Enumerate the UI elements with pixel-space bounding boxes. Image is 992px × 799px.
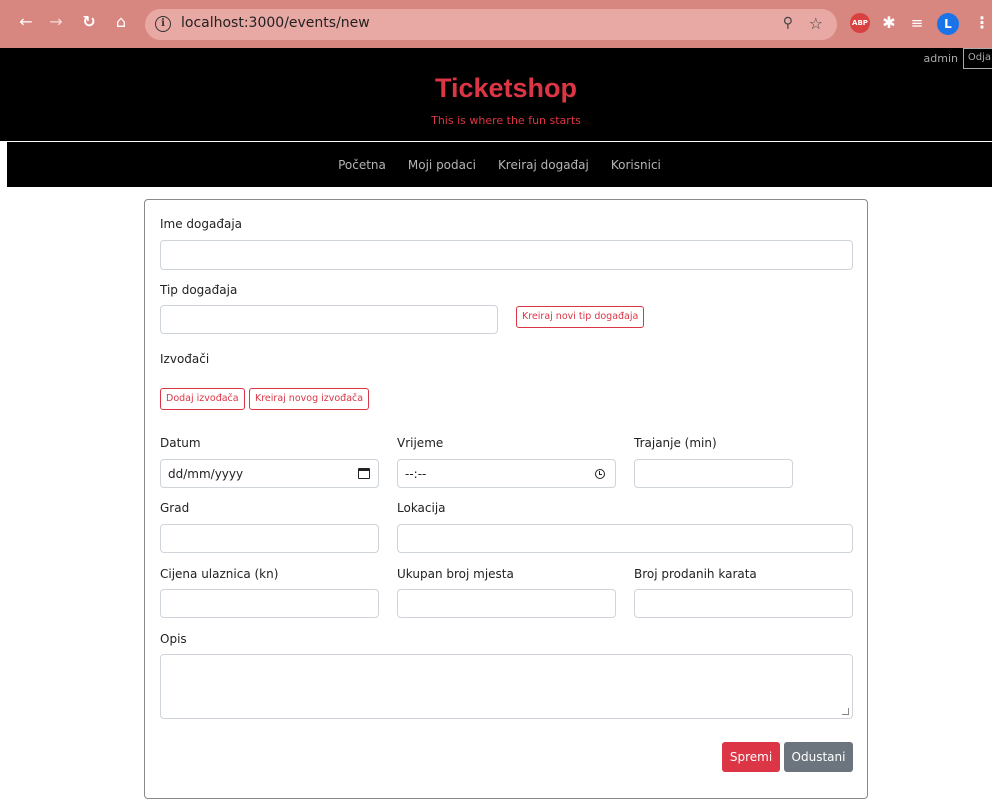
nav-item-create-event[interactable]: Kreiraj događaj xyxy=(487,158,600,172)
site-brand[interactable]: Ticketshop xyxy=(0,73,992,104)
nav-item-home[interactable]: Početna xyxy=(327,158,397,172)
info-icon[interactable]: i xyxy=(155,16,171,32)
bookmark-star-icon[interactable]: ☆ xyxy=(809,14,823,33)
time-placeholder: --:-- xyxy=(405,467,427,481)
time-input[interactable]: --:-- xyxy=(397,459,616,488)
zoom-icon[interactable]: ⚲ xyxy=(783,15,793,31)
add-performer-button[interactable]: Dodaj izvođača xyxy=(160,388,245,410)
nav-item-users[interactable]: Korisnici xyxy=(600,158,672,172)
event-form: Ime događaja Tip događaja Kreiraj novi t… xyxy=(144,199,868,799)
create-performer-button[interactable]: Kreiraj novog izvođača xyxy=(249,388,370,410)
date-input[interactable]: dd/mm/yyyy xyxy=(160,459,379,488)
name-label: Ime događaja xyxy=(160,217,243,231)
reading-list-icon[interactable]: ≡ xyxy=(907,13,927,35)
city-input[interactable] xyxy=(160,524,379,553)
total-seats-input[interactable] xyxy=(397,589,616,618)
type-input[interactable] xyxy=(160,305,498,334)
reload-icon[interactable]: ↻ xyxy=(79,12,99,32)
total-seats-label: Ukupan broj mjesta xyxy=(397,567,514,581)
current-user: admin xyxy=(923,52,958,65)
clock-icon[interactable] xyxy=(595,469,605,479)
duration-input[interactable] xyxy=(634,459,793,488)
main-nav: Početna Moji podaci Kreiraj događaj Kori… xyxy=(7,142,992,187)
cancel-button[interactable]: Odustani xyxy=(784,742,853,772)
date-label: Datum xyxy=(160,436,201,450)
logout-button[interactable]: Odja xyxy=(962,48,992,69)
name-input[interactable] xyxy=(160,240,853,270)
extensions-icon[interactable]: ✱ xyxy=(879,13,899,35)
location-label: Lokacija xyxy=(397,501,446,515)
price-label: Cijena ulaznica (kn) xyxy=(160,567,279,581)
description-label: Opis xyxy=(160,632,187,646)
calendar-icon[interactable] xyxy=(358,468,370,479)
create-type-button[interactable]: Kreiraj novi tip događaja xyxy=(516,306,645,328)
site-slogan: This is where the fun starts xyxy=(431,114,581,127)
resize-handle-icon[interactable] xyxy=(842,708,849,715)
time-label: Vrijeme xyxy=(397,436,444,450)
save-button[interactable]: Spremi xyxy=(722,742,780,772)
adblock-icon[interactable]: ABP xyxy=(850,13,870,33)
sold-tickets-label: Broj prodanih karata xyxy=(634,567,757,581)
back-icon[interactable]: ← xyxy=(16,12,36,32)
type-label: Tip događaja xyxy=(160,283,238,297)
profile-avatar[interactable]: L xyxy=(937,13,959,35)
location-input[interactable] xyxy=(397,524,853,553)
sold-tickets-input[interactable] xyxy=(634,589,853,618)
address-bar[interactable]: i localhost:3000/events/new ⚲ ☆ xyxy=(145,9,837,40)
home-icon[interactable]: ⌂ xyxy=(111,12,131,32)
browser-toolbar: ← → ↻ ⌂ i localhost:3000/events/new ⚲ ☆ … xyxy=(0,0,992,48)
nav-item-my-data[interactable]: Moji podaci xyxy=(397,158,487,172)
url-text[interactable]: localhost:3000/events/new xyxy=(181,15,370,31)
duration-label: Trajanje (min) xyxy=(634,436,717,450)
description-textarea[interactable] xyxy=(160,654,853,719)
forward-icon[interactable]: → xyxy=(46,12,66,32)
city-label: Grad xyxy=(160,501,190,515)
menu-icon[interactable]: ⋮ xyxy=(974,13,990,35)
price-input[interactable] xyxy=(160,589,379,618)
date-placeholder: dd/mm/yyyy xyxy=(168,467,244,481)
performers-label: Izvođači xyxy=(160,352,210,366)
site-header: admin Odja Ticketshop This is where the … xyxy=(0,48,992,141)
